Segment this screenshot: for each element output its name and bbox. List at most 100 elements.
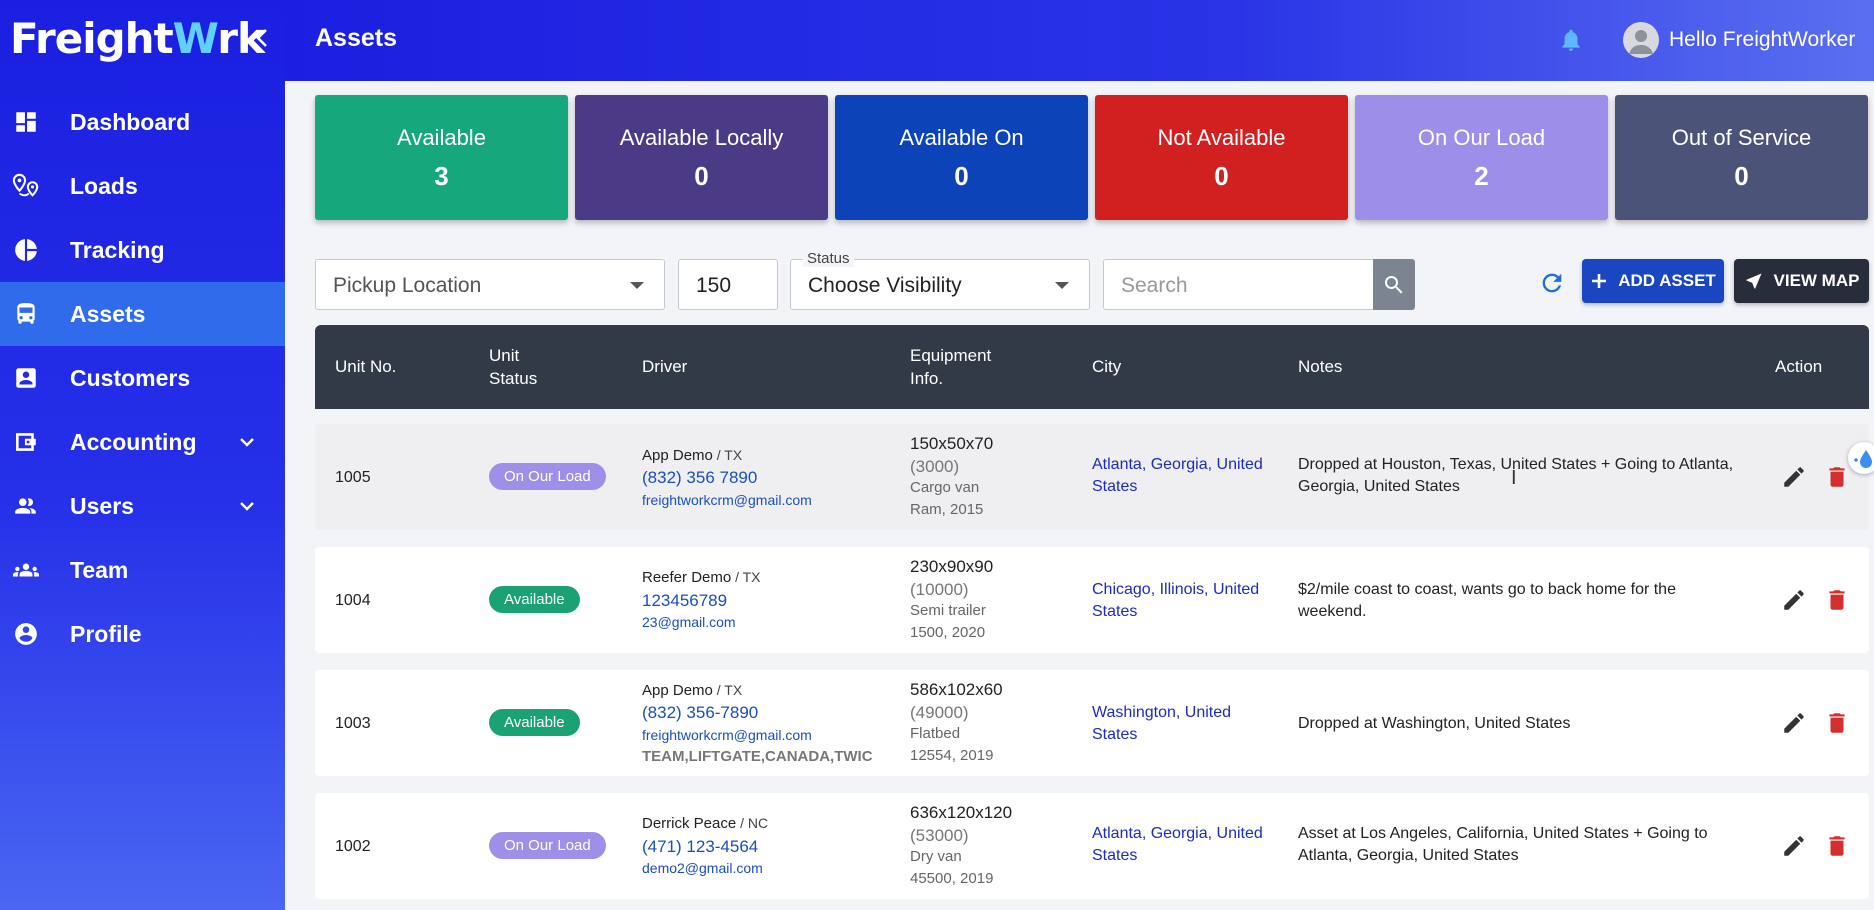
floating-helper-button[interactable] [1848, 442, 1874, 474]
pickup-location-select[interactable]: Pickup Location [315, 259, 665, 310]
view-map-button[interactable]: VIEW MAP [1734, 259, 1869, 303]
unit-number: 1004 [335, 592, 371, 609]
sidebar-item-label: Team [70, 556, 129, 583]
sidebar-item-profile[interactable]: Profile [0, 602, 285, 666]
search-placeholder: Search [1121, 274, 1188, 297]
notes-line2: weekend. [1298, 603, 1367, 620]
status-legend: Status [803, 250, 854, 267]
equipment-dimensions: 636x120x120 [910, 803, 1013, 822]
equipment-model: Ram, 2015 [910, 501, 984, 518]
sidebar-item-users[interactable]: Users [0, 474, 285, 538]
search-button[interactable] [1373, 259, 1415, 310]
dashboard-icon [12, 108, 40, 136]
logo-text: FreightWrk [10, 13, 265, 63]
city-link[interactable]: Chicago, Illinois, United States [1092, 579, 1277, 623]
city-link[interactable]: Atlanta, Georgia, United States [1092, 454, 1277, 498]
header-unit-no[interactable]: Unit No. [335, 355, 396, 378]
driver-email[interactable]: freightworkcrm@gmail.com [642, 492, 812, 508]
driver-name-text: App Demo [642, 682, 713, 699]
city-line1: Atlanta, Georgia, United [1092, 456, 1263, 473]
sidebar-item-customers[interactable]: Customers [0, 346, 285, 410]
view-map-label: VIEW MAP [1773, 271, 1860, 290]
edit-icon[interactable] [1781, 464, 1807, 490]
table-row[interactable]: 1004 Available Reefer Demo / TX 12345678… [315, 547, 1869, 653]
card-not-available[interactable]: Not Available 0 [1095, 95, 1348, 220]
sidebar-item-label: Assets [70, 300, 146, 327]
equipment-type: Flatbed [910, 725, 961, 742]
driver-name: Reefer Demo / TX [642, 569, 761, 586]
table-row[interactable]: 1002 On Our Load Derrick Peace / NC (471… [315, 793, 1869, 899]
status-select[interactable]: Status Choose Visibility [790, 250, 1090, 310]
driver-phone[interactable]: (832) 356 7890 [642, 468, 757, 488]
header-unit-status[interactable]: Unit Status [489, 344, 537, 390]
header-driver[interactable]: Driver [642, 355, 687, 378]
driver-email[interactable]: freightworkcrm@gmail.com [642, 727, 812, 743]
driver-email[interactable]: demo2@gmail.com [642, 860, 763, 876]
avatar[interactable] [1623, 22, 1659, 58]
add-asset-button[interactable]: ADD ASSET [1582, 259, 1724, 303]
sidebar-item-loads[interactable]: Loads [0, 154, 285, 218]
card-available-on[interactable]: Available On 0 [835, 95, 1088, 220]
table-row[interactable]: 1003 Available App Demo / TX (832) 356-7… [315, 670, 1869, 776]
bell-icon[interactable] [1558, 26, 1584, 54]
freightwork-logo[interactable]: FreightWrk [10, 8, 265, 68]
equipment-weight: (3000) [910, 457, 960, 476]
radius-input[interactable]: 150 [678, 259, 778, 310]
text-cursor-icon: I [1511, 467, 1517, 489]
radius-value: 150 [696, 274, 732, 297]
card-available[interactable]: Available 3 [315, 95, 568, 220]
delete-icon[interactable] [1824, 464, 1850, 490]
table-row[interactable]: 1005 On Our Load App Demo / TX (832) 356… [315, 424, 1869, 530]
delete-icon[interactable] [1824, 587, 1850, 613]
sidebar-item-assets[interactable]: Assets [0, 282, 285, 346]
city-line1: Washington, United [1092, 704, 1232, 721]
driver-phone[interactable]: (832) 356-7890 [642, 703, 758, 723]
equipment-type: Dry van [910, 848, 962, 865]
notes-text: Dropped at Washington, United States [1298, 713, 1768, 735]
driver-state: / TX [712, 447, 743, 463]
equipment-type: Cargo van [910, 479, 980, 496]
sidebar-item-accounting[interactable]: Accounting [0, 410, 285, 474]
location-pins-icon [12, 172, 40, 200]
driver-email[interactable]: 23@gmail.com [642, 614, 736, 630]
equipment-weight: (10000) [910, 580, 969, 599]
table-header: Unit No. Unit Status Driver Equipment Info… [315, 325, 1869, 409]
top-header: Assets Hello FreightWorker [285, 0, 1874, 81]
city-link[interactable]: Atlanta, Georgia, United States [1092, 823, 1277, 867]
edit-icon[interactable] [1781, 710, 1807, 736]
sidebar-nav: Dashboard Loads Tracking Assets Customer… [0, 90, 285, 666]
header-city[interactable]: City [1092, 355, 1121, 378]
sidebar-item-dashboard[interactable]: Dashboard [0, 90, 285, 154]
header-notes[interactable]: Notes [1298, 355, 1342, 378]
team-icon [12, 556, 40, 584]
city-line2: States [1092, 603, 1138, 620]
city-link[interactable]: Washington, United States [1092, 702, 1277, 746]
driver-phone[interactable]: (471) 123-4564 [642, 837, 758, 857]
card-value: 0 [954, 161, 969, 191]
delete-icon[interactable] [1824, 833, 1850, 859]
refresh-icon[interactable] [1538, 269, 1566, 297]
sidebar-item-team[interactable]: Team [0, 538, 285, 602]
driver-name: App Demo / TX [642, 447, 742, 464]
delete-icon[interactable] [1824, 710, 1850, 736]
sidebar-item-tracking[interactable]: Tracking [0, 218, 285, 282]
card-on-our-load[interactable]: On Our Load 2 [1355, 95, 1608, 220]
equipment-dimensions: 150x50x70 [910, 434, 994, 453]
card-title: Available [397, 125, 486, 150]
collapse-sidebar-button[interactable] [252, 26, 272, 56]
header-unit-status-line1: Unit [489, 346, 520, 365]
edit-icon[interactable] [1781, 833, 1807, 859]
user-greeting[interactable]: Hello FreightWorker [1669, 28, 1855, 52]
equipment-weight: (53000) [910, 826, 969, 845]
pickup-location-placeholder: Pickup Location [333, 274, 482, 297]
card-available-locally[interactable]: Available Locally 0 [575, 95, 828, 220]
edit-icon[interactable] [1781, 587, 1807, 613]
city-line2: States [1092, 726, 1138, 743]
city-line1: Atlanta, Georgia, United [1092, 825, 1263, 842]
card-out-of-service[interactable]: Out of Service 0 [1615, 95, 1868, 220]
driver-phone[interactable]: 123456789 [642, 591, 727, 611]
search-input[interactable]: Search [1103, 259, 1375, 310]
card-value: 2 [1474, 161, 1489, 191]
card-title: On Our Load [1417, 125, 1546, 150]
header-equipment-info[interactable]: Equipment Info. [910, 344, 991, 390]
